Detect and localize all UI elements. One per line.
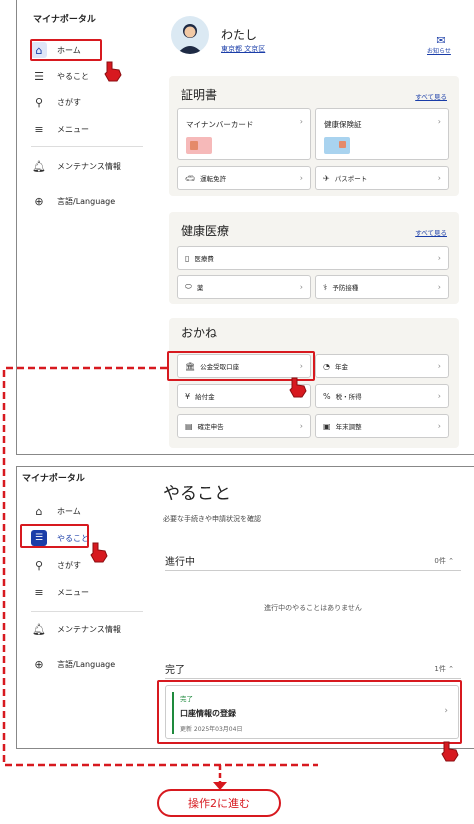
dashed-connector — [2, 366, 318, 790]
pointer-hand-icon — [441, 741, 459, 762]
pointer-hand-icon — [104, 61, 122, 82]
next-step-label: 操作2に進む — [157, 789, 281, 817]
pointer-hand-icon — [289, 377, 307, 398]
pointer-hand-icon — [90, 542, 108, 563]
